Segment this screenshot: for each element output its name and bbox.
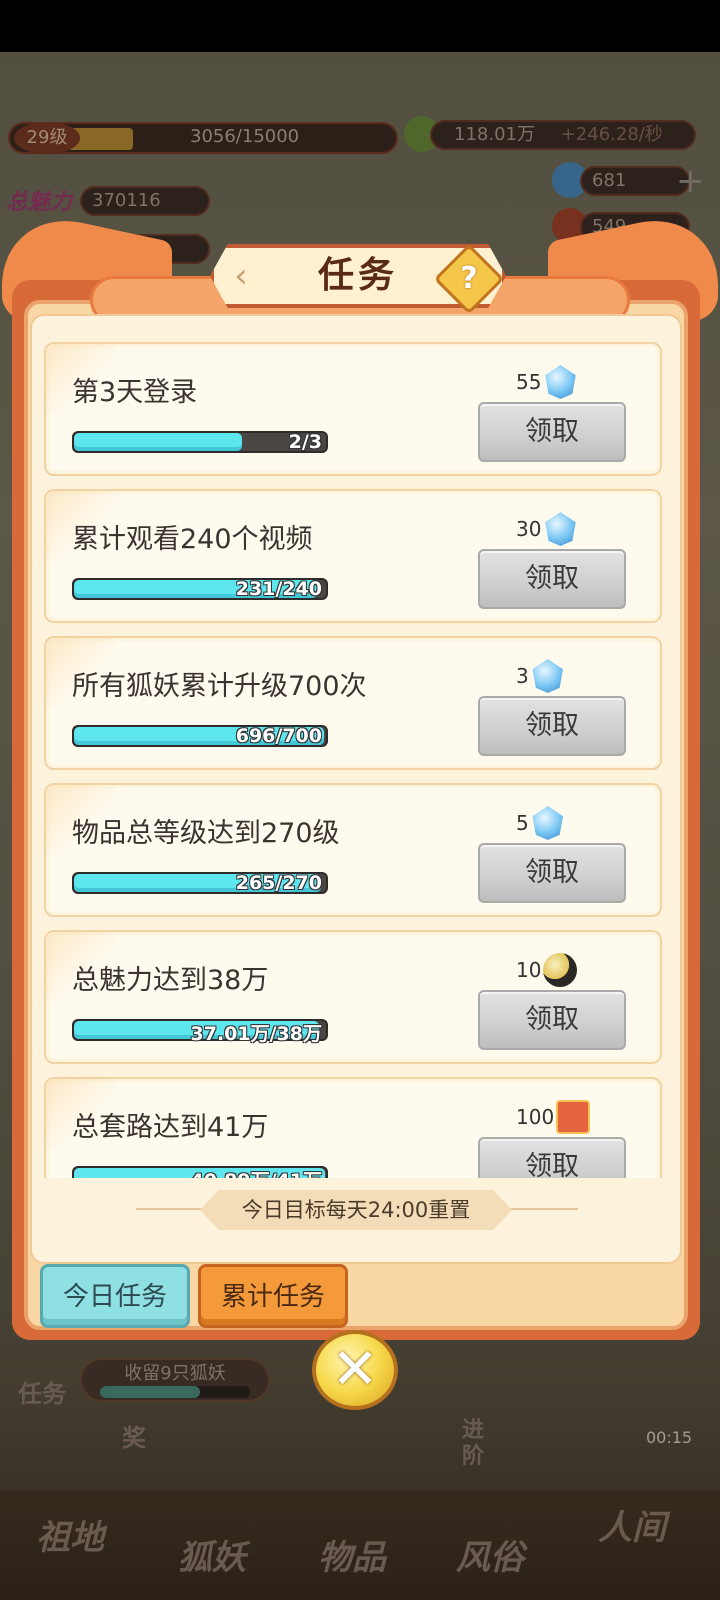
task-card: 累计观看240个视频 231/240 30 领取 <box>44 489 662 623</box>
task-reward: 30 <box>516 511 577 547</box>
task-progress-fill <box>74 433 243 451</box>
reward-amount: 30 <box>516 517 542 541</box>
task-title: 累计观看240个视频 <box>72 524 313 555</box>
task-progress-bar: 231/240 <box>72 578 328 600</box>
help-question-mark[interactable]: ? <box>444 254 494 304</box>
tab-today-tasks[interactable]: 今日任务 <box>40 1264 190 1328</box>
task-reward: 10 <box>516 952 578 988</box>
reward-amount: 55 <box>516 370 542 394</box>
task-card: 物品总等级达到270级 265/270 5 领取 <box>44 783 662 917</box>
close-icon[interactable]: ✕ <box>312 1330 398 1410</box>
crystal-icon <box>532 806 564 840</box>
crystal-icon <box>545 512 576 546</box>
task-progress-text: 231/240 <box>235 578 322 600</box>
yinyang-icon <box>543 953 578 987</box>
claim-button[interactable]: 领取 <box>478 1137 626 1178</box>
task-progress-bar: 2/3 <box>72 431 328 453</box>
task-card: 第3天登录 2/3 55 领取 <box>44 342 662 476</box>
task-progress-bar: 40.89万/41万 <box>72 1166 328 1178</box>
reset-notice: 今日目标每天24:00重置 <box>241 1198 471 1222</box>
task-progress-bar: 265/270 <box>72 872 328 894</box>
task-progress-bar: 37.01万/38万 <box>72 1019 328 1045</box>
reset-divider-right <box>508 1208 578 1210</box>
reward-amount: 100 <box>516 1105 555 1129</box>
task-card: 总套路达到41万 40.89万/41万 100 领取 <box>44 1077 662 1178</box>
reward-amount: 10 <box>516 958 542 982</box>
claim-button[interactable]: 领取 <box>478 990 626 1050</box>
task-card: 所有狐妖累计升级700次 696/700 3 领取 <box>44 636 662 770</box>
task-title: 总魅力达到38万 <box>72 965 269 996</box>
task-reward: 55 <box>516 364 577 400</box>
task-reward: 3 <box>516 658 565 694</box>
task-title: 总套路达到41万 <box>72 1112 269 1143</box>
reward-amount: 3 <box>516 664 529 688</box>
task-title: 所有狐妖累计升级700次 <box>72 671 367 702</box>
claim-button[interactable]: 领取 <box>478 843 626 903</box>
task-progress-bar: 696/700 <box>72 725 328 747</box>
task-card: 总魅力达到38万 37.01万/38万 10 领取 <box>44 930 662 1064</box>
claim-button[interactable]: 领取 <box>478 402 626 462</box>
envelope-icon <box>556 1100 591 1134</box>
claim-button[interactable]: 领取 <box>478 696 626 756</box>
task-title: 第3天登录 <box>72 377 198 408</box>
task-reward: 100 <box>516 1099 591 1135</box>
task-list[interactable]: 第3天登录 2/3 55 领取 累计观看240个视频 231/240 30 领取 所有狐妖累计升… <box>44 342 664 1178</box>
crystal-icon <box>532 659 564 693</box>
task-progress-text: 2/3 <box>288 431 322 453</box>
crystal-icon <box>545 365 576 399</box>
reward-amount: 5 <box>516 811 529 835</box>
reset-divider-left <box>136 1208 206 1210</box>
task-reward: 5 <box>516 805 565 841</box>
task-progress-text: 265/270 <box>235 872 322 894</box>
task-title: 物品总等级达到270级 <box>72 818 340 849</box>
task-progress-text: 40.89万/41万 <box>191 1166 322 1178</box>
task-progress-text: 37.01万/38万 <box>190 1023 322 1045</box>
tab-cumulative-tasks[interactable]: 累计任务 <box>198 1264 348 1328</box>
claim-button[interactable]: 领取 <box>478 549 626 609</box>
task-progress-text: 696/700 <box>235 725 322 747</box>
